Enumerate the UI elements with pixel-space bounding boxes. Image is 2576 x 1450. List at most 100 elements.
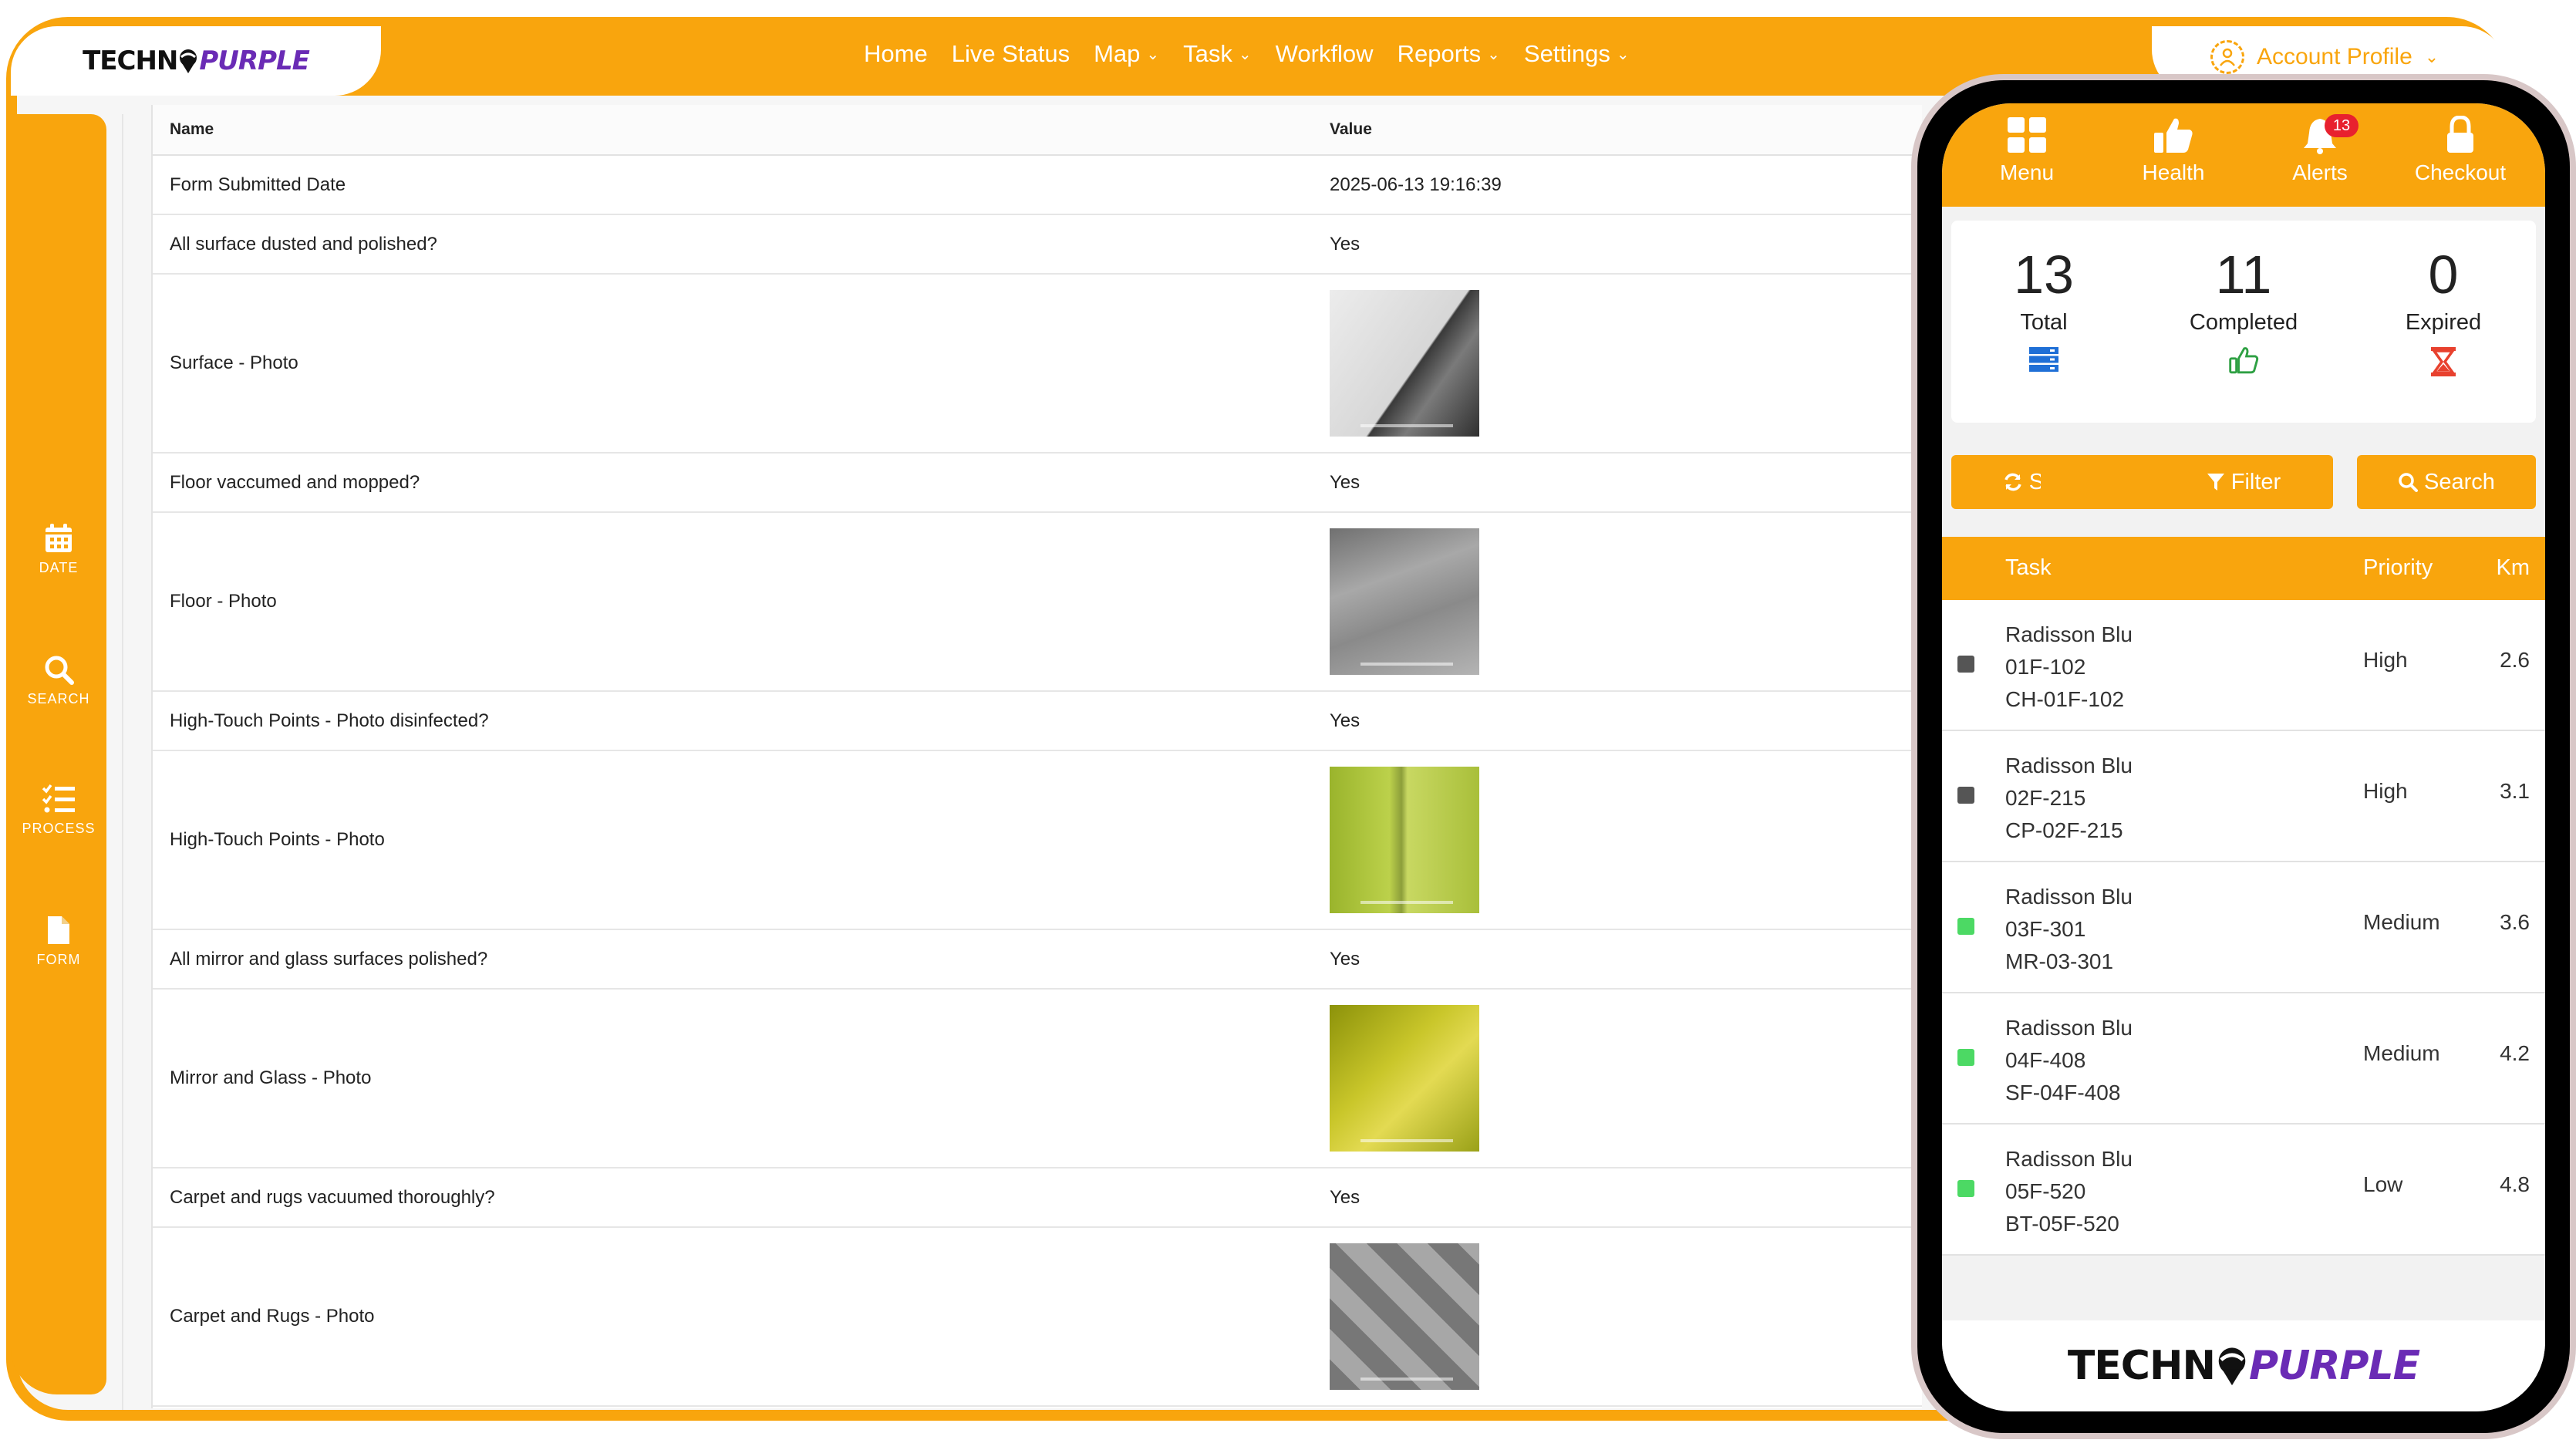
field-name: All mirror and glass surfaces polished?: [153, 929, 1313, 990]
status-indicator: [1957, 787, 1974, 804]
alerts-count-badge: 13: [2325, 114, 2359, 137]
brand-logo-box[interactable]: TECHN PURPLE: [11, 26, 381, 96]
logo-pin-icon: [2218, 1347, 2246, 1386]
logo-text-left: TECHN: [2067, 1343, 2216, 1389]
phone-tab-label: Checkout: [2414, 160, 2507, 184]
task-room: 04F-408: [2005, 1048, 2086, 1072]
field-name: Floor vaccumed and mopped?: [153, 453, 1313, 513]
account-profile-label: Account Profile: [2257, 44, 2412, 69]
hourglass-icon: [2431, 347, 2456, 376]
field-value: Yes: [1313, 691, 1922, 751]
nav-settings[interactable]: Settings ⌄: [1524, 40, 1630, 68]
column-header-priority[interactable]: Priority: [2363, 555, 2433, 581]
stat-total[interactable]: 13 Total: [1951, 244, 2136, 373]
chevron-down-icon: ⌄: [1616, 46, 1630, 63]
task-km: 4.8: [2500, 1172, 2530, 1196]
phone-tab-checkout[interactable]: Checkout: [2399, 116, 2522, 185]
task-site: Radisson Blu: [2005, 754, 2133, 777]
grid-icon: [2008, 117, 2046, 153]
task-stats-card: 13 Total 11 Completed 0 Expired: [1951, 221, 2536, 423]
phone-tab-menu[interactable]: Menu: [1965, 116, 2089, 185]
nav-label: Task: [1183, 40, 1232, 67]
nav-home[interactable]: Home: [864, 40, 928, 68]
filter-icon: [2207, 474, 2224, 491]
table-row: Floor - Photo: [153, 512, 1922, 692]
field-name: High-Touch Points - Photo disinfected?: [153, 691, 1313, 751]
task-details: Radisson Blu 01F-102 CH-01F-102: [2005, 619, 2133, 716]
phone-tab-health[interactable]: Health: [2112, 116, 2235, 185]
task-code: MR-03-301: [2005, 949, 2114, 973]
brand-logo: TECHN PURPLE: [83, 46, 310, 76]
task-row[interactable]: Radisson Blu 04F-408 SF-04F-408 Medium 4…: [1942, 993, 2545, 1125]
sidebar-item-process[interactable]: PROCESS: [11, 784, 106, 837]
sidebar-item-form[interactable]: FORM: [11, 915, 106, 968]
stat-label: Expired: [2405, 310, 2482, 335]
status-indicator: [1957, 1049, 1974, 1066]
phone-tab-alerts[interactable]: 13 Alerts: [2258, 114, 2382, 185]
task-site: Radisson Blu: [2005, 885, 2133, 909]
carpet-rugs-photo-thumbnail[interactable]: [1330, 1243, 1479, 1390]
phone-top-tabbar: Menu Health 13 Alerts Checkout: [1942, 103, 2545, 207]
thumbs-up-icon: [2229, 347, 2259, 374]
task-row[interactable]: Radisson Blu 03F-301 MR-03-301 Medium 3.…: [1942, 862, 2545, 993]
stat-label: Total: [2020, 310, 2068, 335]
nav-label: Settings: [1523, 40, 1610, 67]
chevron-down-icon: ⌄: [1238, 46, 1252, 63]
surface-photo-thumbnail[interactable]: [1330, 290, 1479, 437]
search-button[interactable]: Search: [2357, 455, 2536, 509]
phone-screen: Menu Health 13 Alerts Checkout 13 Total …: [1942, 103, 2545, 1411]
chevron-down-icon: ⌄: [1146, 46, 1160, 63]
task-details: Radisson Blu 02F-215 CP-02F-215: [2005, 750, 2133, 847]
task-room: 05F-520: [2005, 1179, 2086, 1203]
brand-logo: TECHN PURPLE: [2067, 1343, 2420, 1389]
task-row[interactable]: Radisson Blu 01F-102 CH-01F-102 High 2.6: [1942, 600, 2545, 731]
nav-reports[interactable]: Reports ⌄: [1398, 40, 1500, 68]
nav-live-status[interactable]: Live Status: [952, 40, 1070, 68]
field-value: Yes: [1313, 929, 1922, 990]
task-code: CP-02F-215: [2005, 818, 2123, 842]
nav-workflow[interactable]: Workflow: [1276, 40, 1374, 68]
column-header-task[interactable]: Task: [2005, 555, 2052, 581]
task-details: Radisson Blu 05F-520 BT-05F-520: [2005, 1143, 2133, 1240]
column-header-name[interactable]: Name: [153, 105, 1313, 156]
floor-photo-thumbnail[interactable]: [1330, 528, 1479, 675]
sidebar-item-date[interactable]: DATE: [11, 523, 106, 576]
stat-value: 11: [2215, 244, 2272, 305]
task-row[interactable]: Radisson Blu 02F-215 CP-02F-215 High 3.1: [1942, 731, 2545, 862]
sidebar-item-search[interactable]: SEARCH: [11, 654, 106, 707]
field-name: All surface dusted and polished?: [153, 214, 1313, 275]
nav-task[interactable]: Task ⌄: [1183, 40, 1252, 68]
status-indicator: [1957, 918, 1974, 935]
logo-pin-icon: [180, 49, 197, 73]
field-name: Surface - Photo: [153, 274, 1313, 454]
search-button-label: Search: [2424, 469, 2495, 494]
task-priority: Medium: [2363, 1041, 2440, 1065]
column-header-km[interactable]: Km: [2497, 555, 2530, 581]
table-row: All mirror and glass surfaces polished? …: [153, 929, 1922, 990]
stat-label: Completed: [2189, 310, 2298, 335]
field-name: High-Touch Points - Photo: [153, 750, 1313, 930]
nav-map[interactable]: Map ⌄: [1094, 40, 1159, 68]
task-km: 3.6: [2500, 910, 2530, 934]
mirror-glass-photo-thumbnail[interactable]: [1330, 1005, 1479, 1152]
field-name: Carpet and Rugs - Photo: [153, 1227, 1313, 1407]
sidebar-item-label: PROCESS: [22, 821, 96, 836]
task-code: SF-04F-408: [2005, 1081, 2121, 1104]
task-row[interactable]: Radisson Blu 05F-520 BT-05F-520 Low 4.8: [1942, 1125, 2545, 1256]
task-room: 02F-215: [2005, 786, 2086, 810]
stat-expired[interactable]: 0 Expired: [2351, 244, 2536, 377]
status-indicator: [1957, 656, 1974, 673]
account-profile-menu[interactable]: Account Profile ⌄: [2210, 40, 2439, 74]
high-touch-photo-thumbnail[interactable]: [1330, 767, 1479, 913]
table-row: Carpet and rugs vacuumed thoroughly? Yes: [153, 1168, 1922, 1228]
stat-value: 0: [2428, 244, 2459, 305]
phone-tab-label: Menu: [1999, 160, 2055, 184]
column-header-value[interactable]: Value: [1313, 105, 1922, 156]
filter-button[interactable]: Filter: [2154, 455, 2333, 509]
field-value: Yes: [1313, 1168, 1922, 1228]
stat-completed[interactable]: 11 Completed: [2151, 244, 2336, 374]
logo-text-left: TECHN: [83, 46, 178, 76]
chevron-down-icon: ⌄: [2424, 47, 2439, 66]
form-details-panel: Name Value Form Submitted Date 2025-06-1…: [151, 105, 1922, 1408]
task-km: 4.2: [2500, 1041, 2530, 1065]
